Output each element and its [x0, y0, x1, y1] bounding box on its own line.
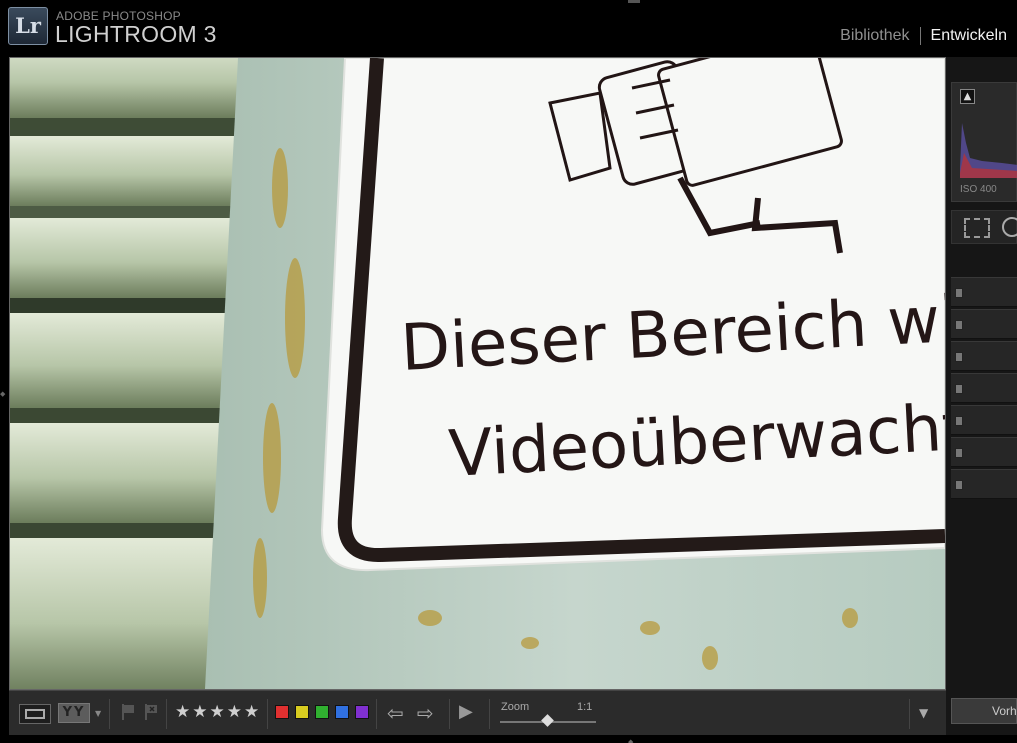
zoom-label: Zoom [501, 701, 530, 713]
before-after-button[interactable]: Vorher [951, 698, 1017, 724]
filmstrip-toggle-icon[interactable]: ◆ [628, 738, 633, 743]
toolbar: YY ▼ ★★★★★ ⇦ ⇨ ▶ Zoom 1:1 ▼ [9, 690, 946, 735]
panel-header[interactable] [951, 309, 1017, 339]
panel-header[interactable] [951, 277, 1017, 307]
shadow-clipping-toggle[interactable]: ▲ [960, 89, 975, 104]
panel-header[interactable] [951, 341, 1017, 371]
identity-plate: Lr ADOBE PHOTOSHOP LIGHTROOM 3 Bibliothe… [0, 0, 1017, 57]
toolbar-divider [489, 699, 490, 729]
color-label-swatch[interactable] [355, 705, 369, 719]
toolbar-divider [909, 699, 910, 729]
left-panel-toggle-icon[interactable]: ◆ [0, 390, 5, 398]
panel-switch-icon[interactable] [955, 416, 963, 426]
before-after-toggle[interactable]: YY [58, 703, 90, 723]
toolbar-divider [449, 699, 450, 729]
panel-switch-icon[interactable] [955, 320, 963, 330]
toolbar-menu-chevron-icon[interactable]: ▼ [919, 706, 928, 720]
zoom-value: 1:1 [577, 701, 593, 713]
color-label-swatch[interactable] [275, 705, 289, 719]
right-panel-footer: Vorher [946, 690, 1017, 735]
bottom-edge [0, 735, 1017, 743]
crop-tool-icon[interactable] [964, 218, 990, 238]
panel-header[interactable] [951, 469, 1017, 499]
color-label-swatch[interactable] [335, 705, 349, 719]
panel-header[interactable] [951, 437, 1017, 467]
panel-switch-icon[interactable] [955, 384, 963, 394]
panel-switch-icon[interactable] [955, 352, 963, 362]
loupe-view[interactable]: Dieser Bereich wir Videoüberwacht [9, 57, 946, 690]
panel-header[interactable] [951, 405, 1017, 435]
panel-switch-icon[interactable] [955, 448, 963, 458]
module-develop[interactable]: Entwickeln [921, 27, 1017, 45]
histogram-iso-readout: ISO 400 [960, 184, 997, 195]
right-panel: ▲ ISO 400 [946, 57, 1017, 690]
module-library[interactable]: Bibliothek [830, 27, 919, 45]
top-panel-toggle[interactable] [628, 0, 640, 3]
toolbar-divider [376, 699, 377, 729]
star-rating[interactable]: ★★★★★ [175, 702, 261, 722]
pick-flag-icon[interactable] [121, 703, 135, 721]
panel-switch-icon[interactable] [955, 288, 963, 298]
color-label-swatch[interactable] [295, 705, 309, 719]
play-icon[interactable]: ▶ [459, 701, 473, 722]
previous-photo-icon[interactable]: ⇦ [387, 701, 404, 725]
toolbar-divider [109, 699, 110, 729]
panel-header[interactable] [951, 373, 1017, 403]
spot-removal-icon[interactable] [1002, 217, 1017, 237]
lightroom-logo: Lr [8, 7, 48, 45]
panel-switch-icon[interactable] [955, 480, 963, 490]
loupe-icon [25, 709, 45, 719]
loupe-view-button[interactable] [19, 704, 51, 724]
toolbar-divider [267, 699, 268, 729]
module-picker: Bibliothek Entwickeln [830, 27, 1017, 45]
color-label-swatch[interactable] [315, 705, 329, 719]
photo-preview[interactable]: Dieser Bereich wir Videoüberwacht [10, 58, 945, 689]
next-photo-icon[interactable]: ⇨ [417, 701, 434, 725]
brand-title: LIGHTROOM 3 [55, 21, 217, 47]
zoom-slider-thumb[interactable] [541, 714, 554, 727]
chevron-down-icon[interactable]: ▼ [95, 709, 101, 718]
reject-flag-icon[interactable] [144, 703, 158, 721]
toolbar-divider [166, 699, 167, 729]
